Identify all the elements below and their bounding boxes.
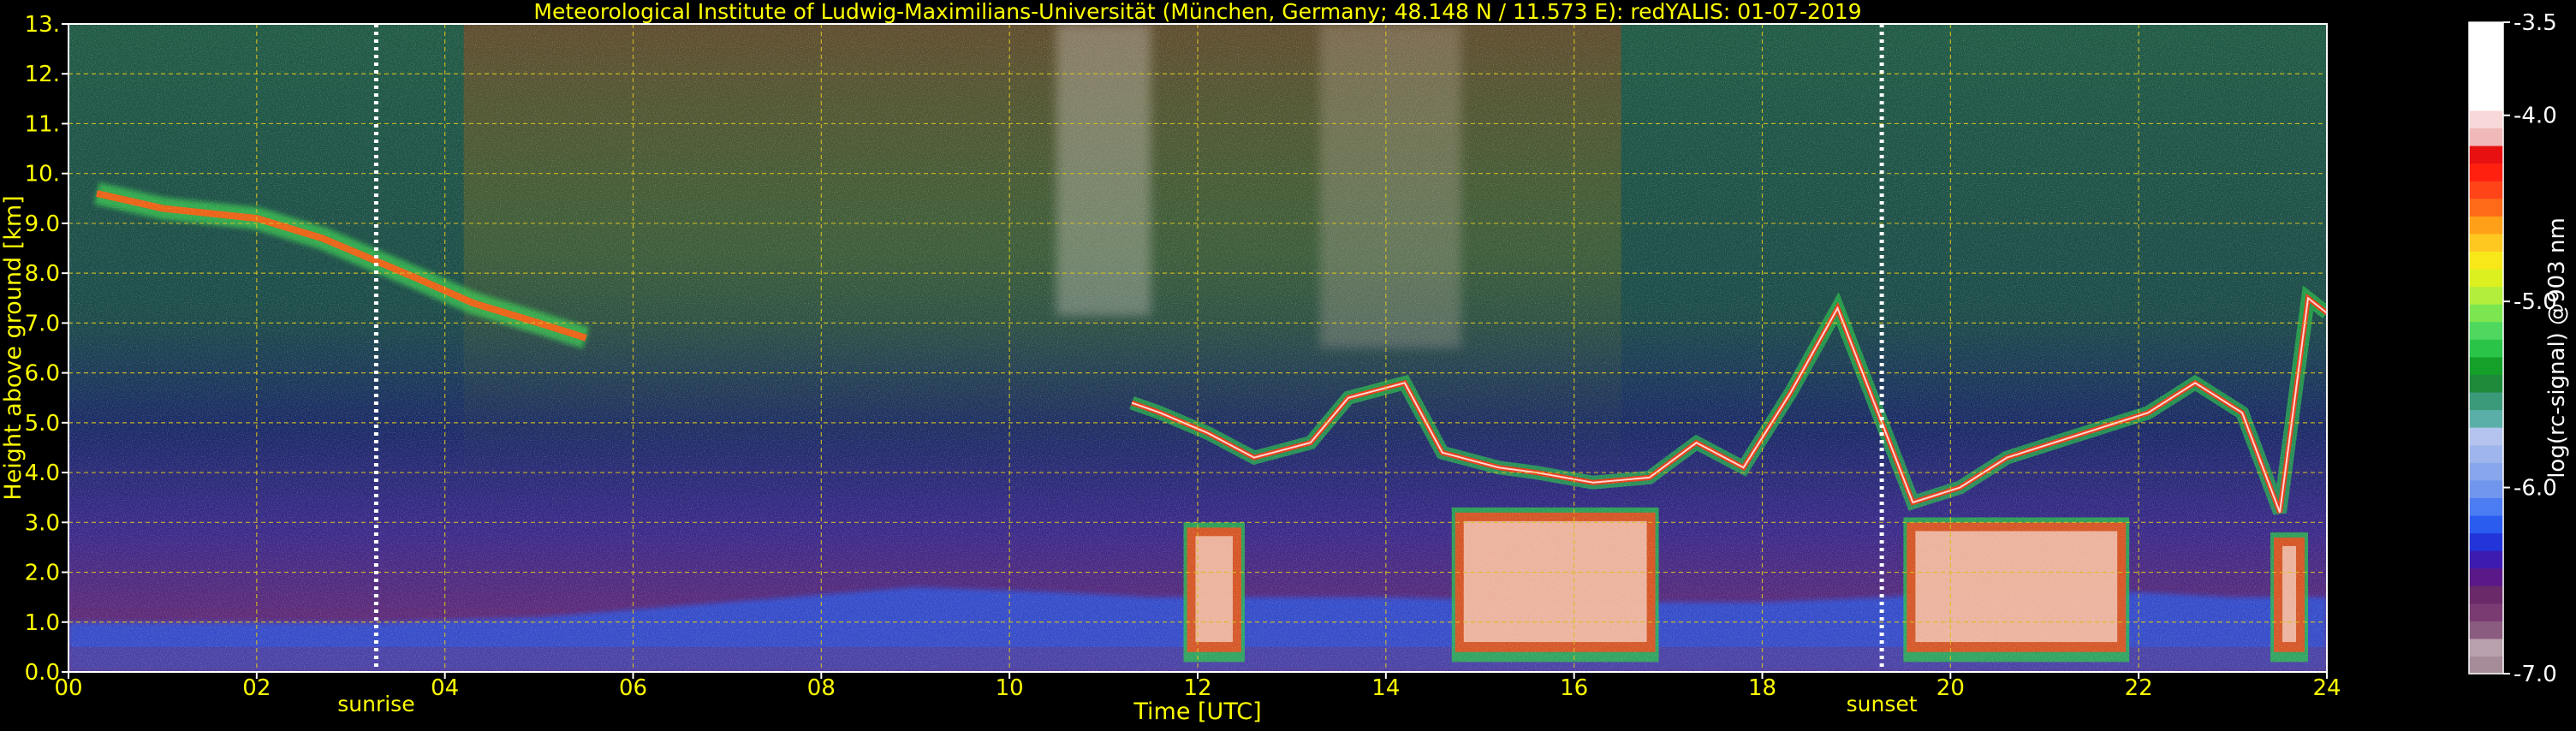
colorbar-segment bbox=[2469, 286, 2503, 305]
x-tick-label: 02 bbox=[242, 675, 271, 701]
colorbar-segment bbox=[2469, 181, 2503, 199]
colorbar-segment bbox=[2469, 39, 2503, 58]
chart-svg: sunrise sunset 00 02 04 06 08 10 12 14 16 18 20 22 24… bbox=[0, 0, 2570, 725]
colorbar-segment bbox=[2469, 22, 2503, 41]
y-tick-label: 10. bbox=[25, 162, 60, 187]
colorbar-label: log(rc-signal) @903 nm bbox=[2544, 217, 2570, 478]
y-tick-label: 0.0 bbox=[25, 660, 60, 686]
annotation-sunset: sunset bbox=[1847, 692, 1918, 716]
colorbar-segment bbox=[2469, 532, 2503, 551]
annotation-sunrise: sunrise bbox=[337, 692, 414, 716]
x-tick-label: 12 bbox=[1183, 675, 1211, 701]
colorbar-segment bbox=[2469, 163, 2503, 181]
y-tick-label: 11. bbox=[25, 111, 60, 137]
colorbar-segment bbox=[2469, 568, 2503, 586]
x-tick-label: 08 bbox=[807, 675, 836, 701]
colorbar-segment bbox=[2469, 356, 2503, 375]
colorbar-segment bbox=[2469, 128, 2503, 146]
y-tick-label: 13. bbox=[25, 12, 60, 38]
colorbar-segment bbox=[2469, 427, 2503, 446]
colorbar-segment bbox=[2469, 198, 2503, 217]
x-tick-label: 20 bbox=[1936, 675, 1965, 701]
colorbar-segment bbox=[2469, 638, 2503, 657]
colorbar-segment bbox=[2469, 251, 2503, 270]
y-tick-label: 7.0 bbox=[25, 311, 60, 336]
colorbar-tick-label: -3.5 bbox=[2514, 10, 2557, 36]
y-tick-label: 9.0 bbox=[25, 211, 60, 237]
colorbar-segment bbox=[2469, 550, 2503, 569]
colorbar-segment bbox=[2469, 374, 2503, 393]
x-tick-label: 22 bbox=[2125, 675, 2153, 701]
y-tick-label: 3.0 bbox=[25, 510, 60, 536]
colorbar-segment bbox=[2469, 268, 2503, 288]
y-tick-label: 12. bbox=[25, 62, 60, 87]
colorbar-segment bbox=[2469, 110, 2503, 129]
colorbar-segment bbox=[2469, 585, 2503, 604]
x-tick-label: 16 bbox=[1560, 675, 1588, 701]
colorbar-segment bbox=[2469, 497, 2503, 516]
colorbar-segment bbox=[2469, 339, 2503, 358]
colorbar-segment bbox=[2469, 92, 2503, 111]
lidar-chart: sunrise sunset 00 02 04 06 08 10 12 14 16 18 20 22 24… bbox=[0, 0, 2576, 728]
x-tick-label: 04 bbox=[431, 675, 459, 701]
colorbar-segment bbox=[2469, 304, 2503, 323]
colorbar-segment bbox=[2469, 621, 2503, 639]
colorbar-segment bbox=[2469, 479, 2503, 498]
colorbar-segment bbox=[2469, 514, 2503, 534]
colorbar-segment bbox=[2469, 321, 2503, 340]
x-tick-label: 10 bbox=[996, 675, 1024, 701]
colorbar-segment bbox=[2469, 462, 2503, 481]
y-tick-label: 4.0 bbox=[25, 461, 60, 486]
colorbar-segment bbox=[2469, 391, 2503, 411]
y-tick-label: 2.0 bbox=[25, 561, 60, 586]
y-axis-label: Height above ground [km] bbox=[0, 195, 27, 500]
colorbar-segment bbox=[2469, 603, 2503, 621]
colorbar-segment bbox=[2469, 444, 2503, 463]
colorbar-tick-label: -4.0 bbox=[2514, 104, 2557, 129]
colorbar-segment bbox=[2469, 409, 2503, 428]
x-tick-label: 06 bbox=[619, 675, 647, 701]
x-tick-label: 14 bbox=[1371, 675, 1400, 701]
x-tick-label: 18 bbox=[1748, 675, 1776, 701]
colorbar-tick-label: -7.0 bbox=[2514, 662, 2557, 687]
colorbar-segment bbox=[2469, 233, 2503, 252]
y-tick-label: 8.0 bbox=[25, 261, 60, 287]
colorbar-segment bbox=[2469, 656, 2503, 675]
y-tick-label: 5.0 bbox=[25, 411, 60, 437]
x-tick-label: 24 bbox=[2312, 675, 2341, 701]
colorbar-segment bbox=[2469, 145, 2503, 164]
colorbar-tick-label: -6.0 bbox=[2514, 476, 2557, 502]
x-axis-label: Time [UTC] bbox=[1133, 698, 1261, 725]
colorbar-segment bbox=[2469, 216, 2503, 235]
y-tick-label: 1.0 bbox=[25, 610, 60, 636]
colorbar-segment bbox=[2469, 57, 2503, 76]
chart-title: Meteorological Institute of Ludwig-Maxim… bbox=[533, 0, 1861, 24]
colorbar-segment bbox=[2469, 74, 2503, 93]
y-tick-label: 6.0 bbox=[25, 361, 60, 387]
